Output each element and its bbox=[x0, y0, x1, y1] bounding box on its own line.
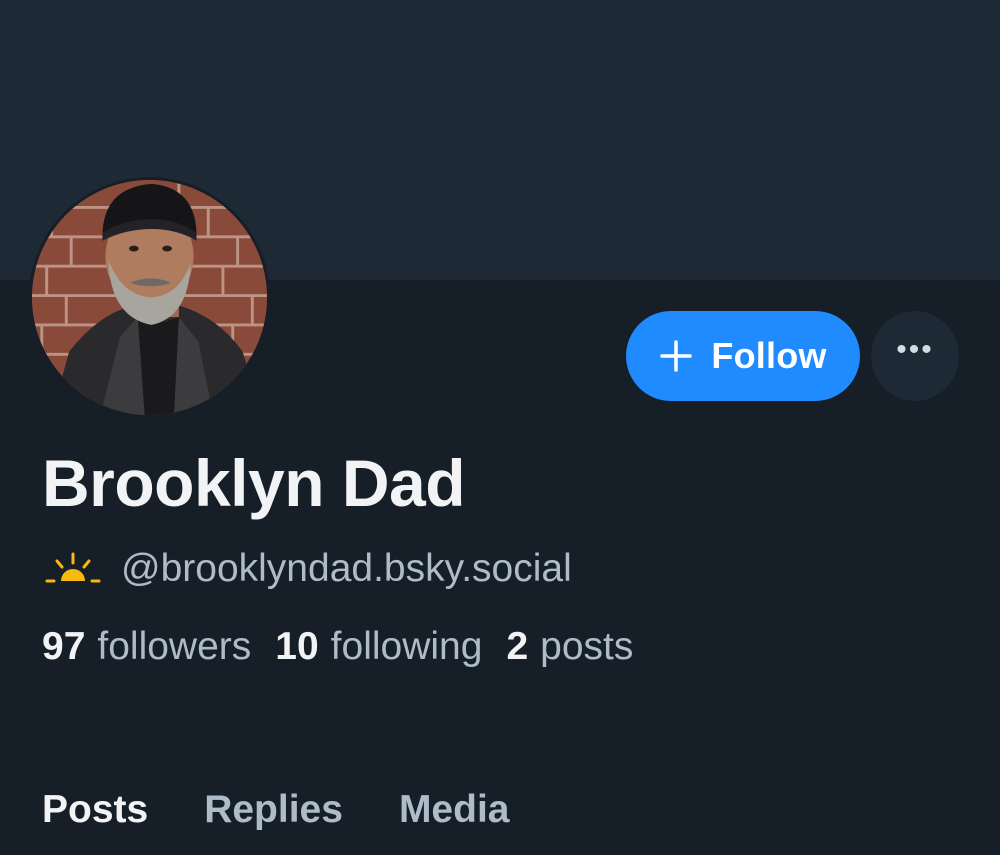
ellipsis-icon: ••• bbox=[896, 333, 934, 366]
profile-handle-row: @brooklyndad.bsky.social bbox=[44, 543, 572, 595]
posts-count: 2 bbox=[506, 625, 529, 668]
profile-stats: 97 followers 10 following 2 posts bbox=[42, 625, 657, 681]
avatar-image bbox=[32, 180, 267, 415]
follow-button-label: Follow bbox=[711, 335, 827, 376]
profile-tabs: Posts Replies Media bbox=[42, 780, 565, 840]
followers-count[interactable]: 97 bbox=[42, 625, 85, 669]
follow-button[interactable]: Follow bbox=[626, 311, 860, 401]
profile-page: Follow ••• Brooklyn Dad @brooklyndad.bsk… bbox=[0, 0, 1000, 855]
tab-media[interactable]: Media bbox=[399, 788, 510, 832]
profile-avatar[interactable] bbox=[29, 177, 270, 418]
tab-replies[interactable]: Replies bbox=[204, 788, 343, 832]
following-label[interactable]: following bbox=[331, 625, 483, 669]
sunrise-icon bbox=[45, 552, 101, 583]
tab-posts[interactable]: Posts bbox=[42, 788, 148, 832]
profile-display-name: Brooklyn Dad bbox=[42, 446, 466, 520]
following-count[interactable]: 10 bbox=[275, 625, 318, 669]
posts-label: posts bbox=[540, 625, 634, 668]
plus-icon bbox=[660, 340, 693, 372]
profile-handle[interactable]: @brooklyndad.bsky.social bbox=[121, 547, 572, 591]
more-options-button[interactable]: ••• bbox=[871, 311, 959, 401]
followers-label[interactable]: followers bbox=[97, 625, 251, 669]
